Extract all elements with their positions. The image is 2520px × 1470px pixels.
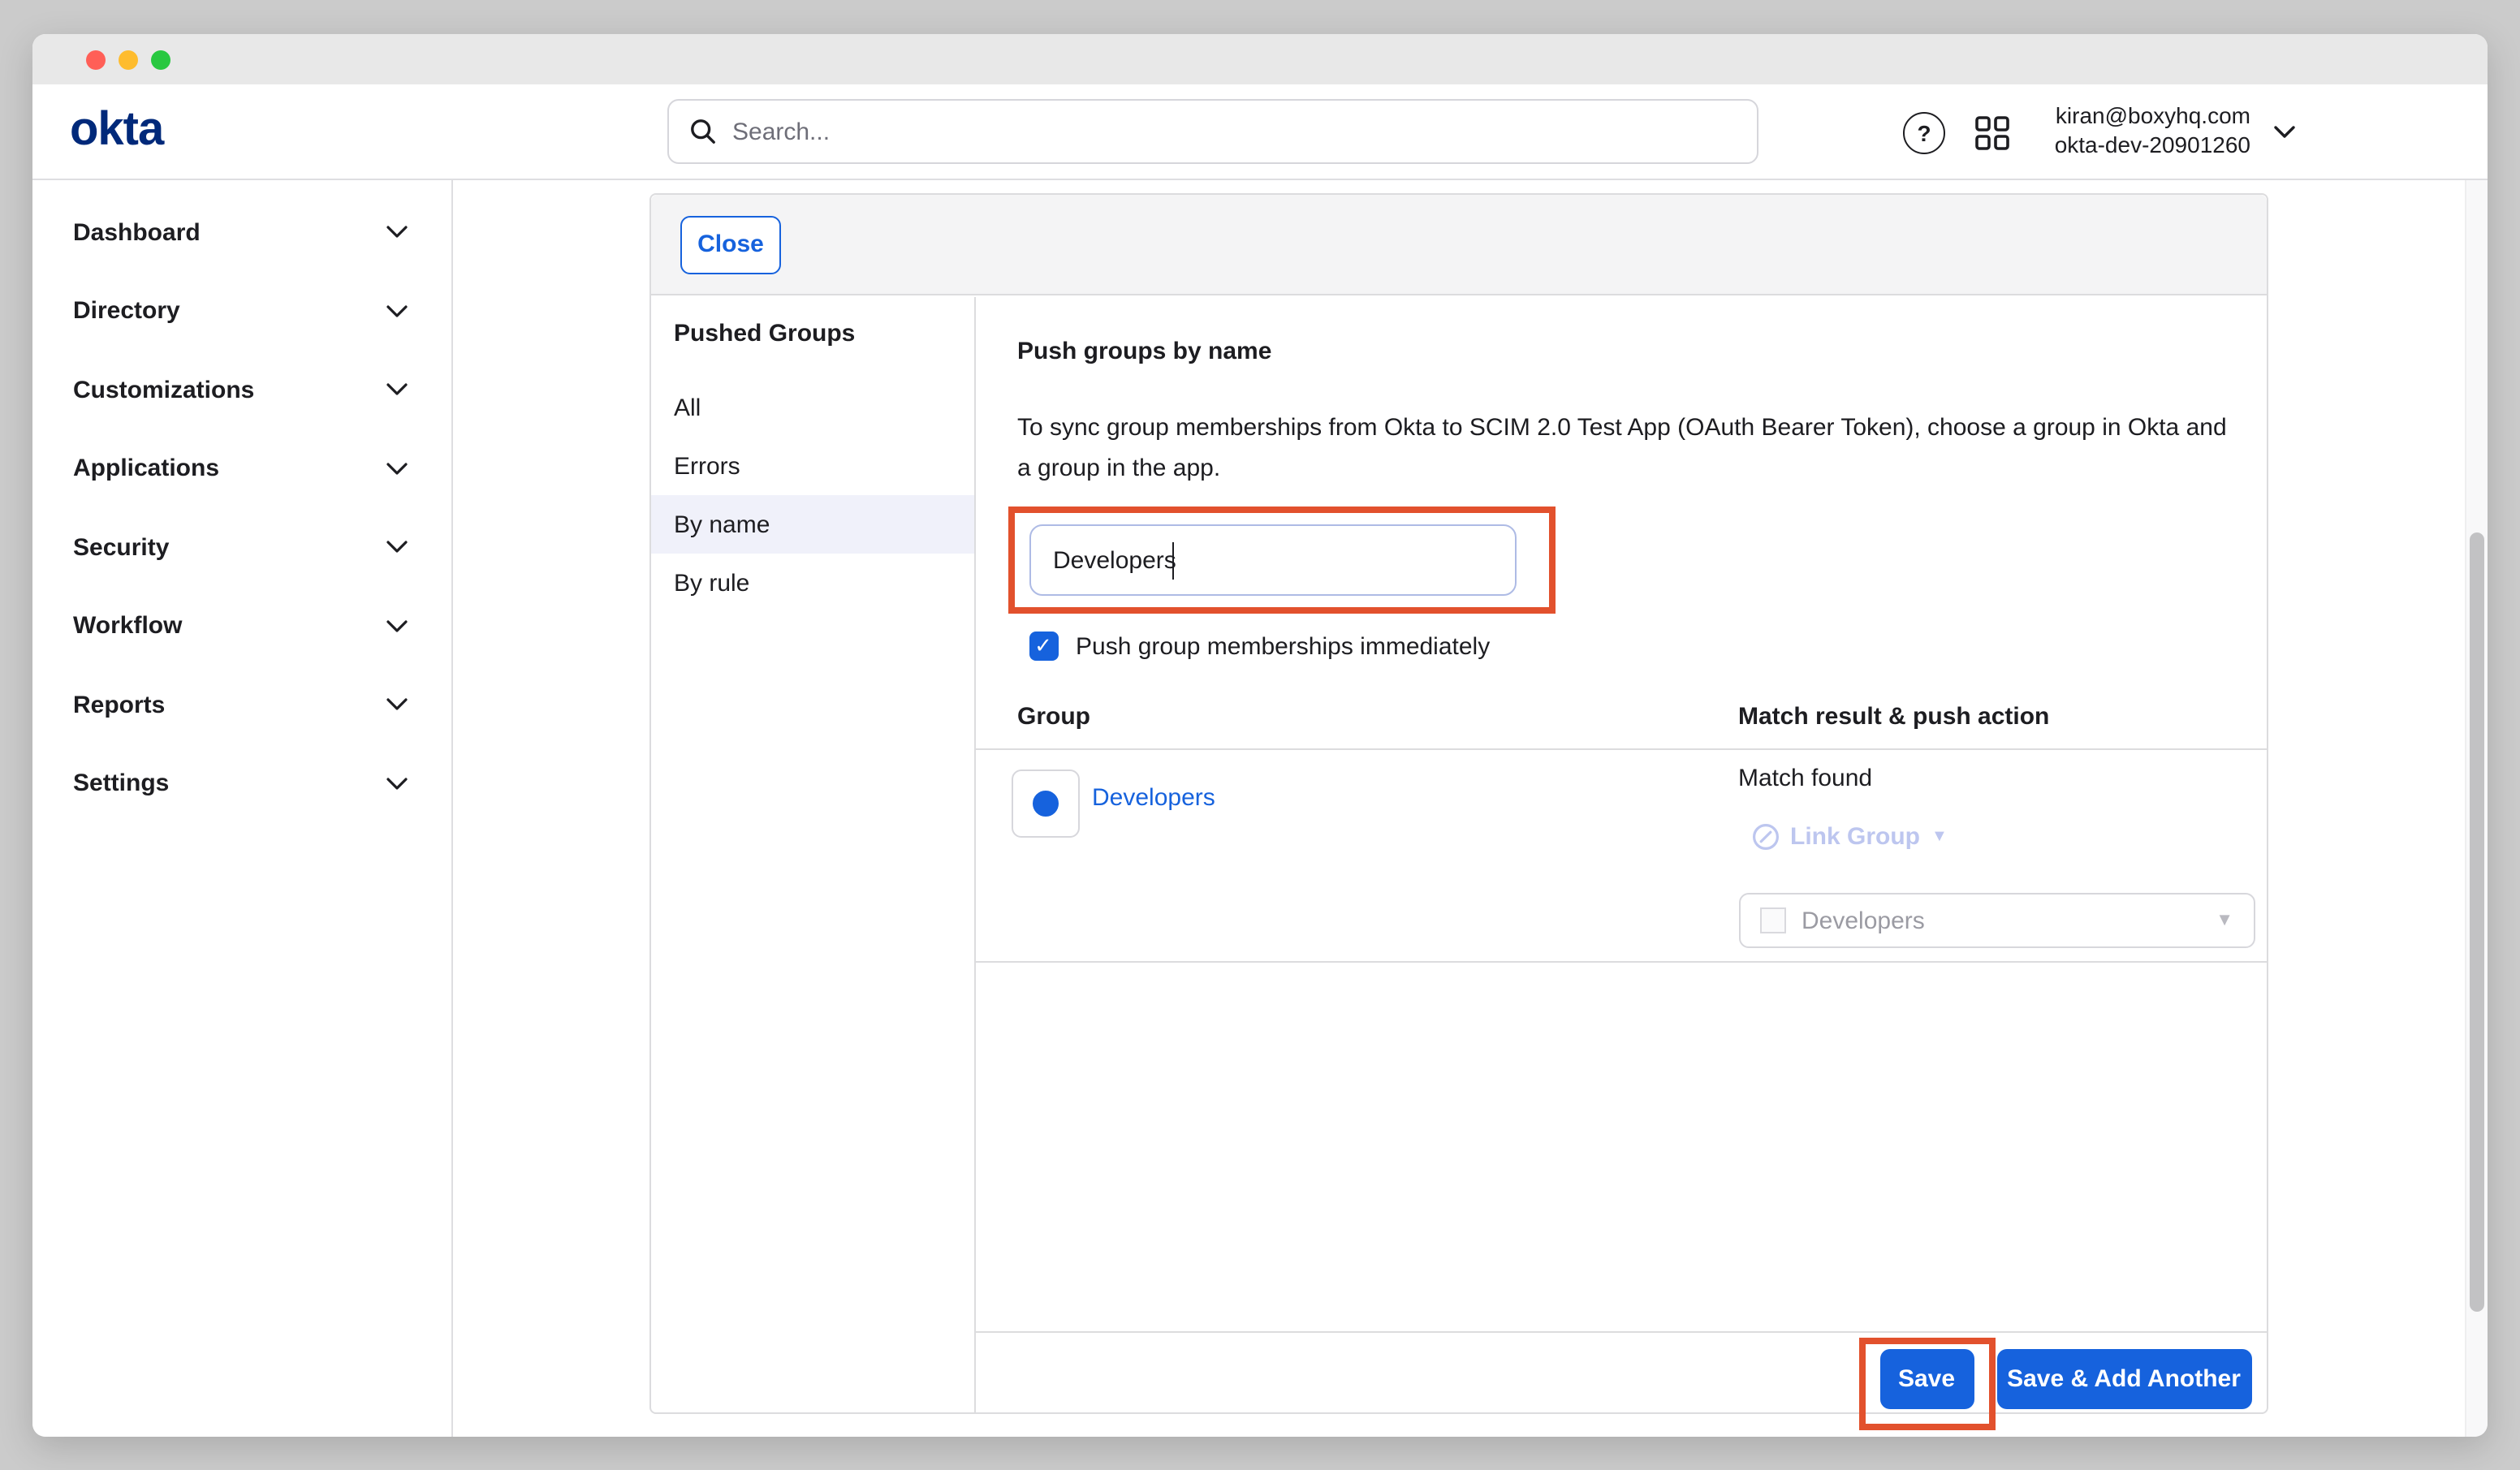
sidebar-item-label: Security <box>73 534 169 562</box>
select-chevron-icon: ▼ <box>2216 911 2233 930</box>
window-close-button[interactable] <box>86 50 106 69</box>
tab-by-name[interactable]: By name <box>651 495 973 554</box>
form-title: Push groups by name <box>1017 338 1271 365</box>
chevron-down-icon <box>386 384 408 397</box>
group-name-input[interactable] <box>1029 524 1516 596</box>
text-cursor <box>1172 541 1174 579</box>
save-button[interactable]: Save <box>1879 1349 1974 1408</box>
chevron-down-icon <box>386 620 408 633</box>
sidebar-item-workflow[interactable]: Workflow <box>32 587 451 666</box>
tab-all[interactable]: All <box>651 378 973 437</box>
chevron-down-icon <box>386 778 408 791</box>
close-button[interactable]: Close <box>680 215 781 274</box>
screen: okta ? kir <box>0 0 2520 1470</box>
sidebar-item-label: Customizations <box>73 377 254 404</box>
okta-logo: okta <box>70 104 163 157</box>
pushed-groups-tabs: All Errors By name By rule <box>651 378 973 612</box>
link-group-action[interactable]: Link Group ▼ <box>1751 823 1948 851</box>
search-input[interactable] <box>732 118 1737 145</box>
account-chevron-down-icon[interactable] <box>2273 125 2296 140</box>
group-avatar <box>1011 769 1079 838</box>
window-zoom-button[interactable] <box>151 50 170 69</box>
push-immediately-checkbox[interactable] <box>1029 632 1058 661</box>
sidebar-item-reports[interactable]: Reports <box>32 666 451 744</box>
pushed-groups-title: Pushed Groups <box>674 320 973 347</box>
sidebar-item-label: Applications <box>73 455 219 483</box>
apps-grid-icon[interactable] <box>1974 114 2010 150</box>
group-name-link[interactable]: Developers <box>1092 784 1215 812</box>
column-header-group: Group <box>1017 703 1090 731</box>
global-search[interactable] <box>667 99 1758 164</box>
sidebar-item-label: Workflow <box>73 613 182 640</box>
app-group-selected-value: Developers <box>1802 907 2199 934</box>
push-by-name-form: Push groups by name To sync group member… <box>975 297 2267 1412</box>
tab-errors[interactable]: Errors <box>651 437 973 495</box>
table-row-divider <box>975 961 2267 963</box>
sidebar-item-customizations[interactable]: Customizations <box>32 351 451 429</box>
sidebar-item-security[interactable]: Security <box>32 508 451 587</box>
sidebar-item-directory[interactable]: Directory <box>32 272 451 351</box>
form-description: To sync group memberships from Okta to S… <box>1017 407 2232 489</box>
link-group-label: Link Group <box>1790 823 1920 851</box>
window-titlebar <box>32 34 2488 84</box>
dialog-toolbar: Close <box>651 194 2267 295</box>
browser-window: okta ? kir <box>32 34 2488 1437</box>
account-org: okta-dev-20901260 <box>2055 131 2250 159</box>
chevron-down-icon <box>386 699 408 712</box>
sidebar-item-label: Reports <box>73 692 165 719</box>
group-icon <box>1032 791 1058 817</box>
scrollbar-thumb[interactable] <box>2469 532 2483 1312</box>
table-header-divider <box>975 748 2267 750</box>
scrollbar-track[interactable] <box>2465 180 2488 1437</box>
app-header: okta ? kir <box>32 84 2488 180</box>
push-immediately-row: Push group memberships immediately <box>1029 632 1490 661</box>
sidebar-item-dashboard[interactable]: Dashboard <box>32 193 451 272</box>
account-menu[interactable]: kiran@boxyhq.com okta-dev-20901260 <box>2055 102 2250 159</box>
chevron-down-icon <box>386 305 408 318</box>
save-add-another-button[interactable]: Save & Add Another <box>1996 1349 2251 1408</box>
push-immediately-label: Push group memberships immediately <box>1076 632 1490 660</box>
chevron-down-icon <box>386 541 408 554</box>
sidebar-item-label: Directory <box>73 298 180 325</box>
push-groups-dialog: Close Pushed Groups All Errors By name B… <box>649 192 2268 1413</box>
pushed-groups-nav: Pushed Groups All Errors By name By rule <box>651 297 975 1412</box>
sidebar-item-settings[interactable]: Settings <box>32 744 451 823</box>
footer-divider <box>975 1331 2267 1333</box>
sidebar-item-label: Settings <box>73 770 169 798</box>
app-group-placeholder-icon <box>1759 907 1785 933</box>
app-group-select[interactable]: Developers ▼ <box>1738 893 2255 948</box>
chevron-down-icon <box>386 463 408 476</box>
chevron-down-icon <box>386 226 408 239</box>
column-header-match-result: Match result & push action <box>1738 703 2049 731</box>
tab-by-rule[interactable]: By rule <box>651 554 973 612</box>
account-email: kiran@boxyhq.com <box>2055 102 2250 131</box>
match-status: Match found <box>1738 765 1872 792</box>
link-group-chevron-icon: ▼ <box>1931 828 1948 846</box>
help-icon[interactable]: ? <box>1903 111 1945 153</box>
search-icon <box>688 117 718 146</box>
sidebar-item-applications[interactable]: Applications <box>32 429 451 508</box>
window-minimize-button[interactable] <box>119 50 138 69</box>
sidebar-nav: Dashboard Directory Customizations Appli… <box>32 180 453 1437</box>
link-icon <box>1751 823 1779 851</box>
sidebar-item-label: Dashboard <box>73 219 201 247</box>
